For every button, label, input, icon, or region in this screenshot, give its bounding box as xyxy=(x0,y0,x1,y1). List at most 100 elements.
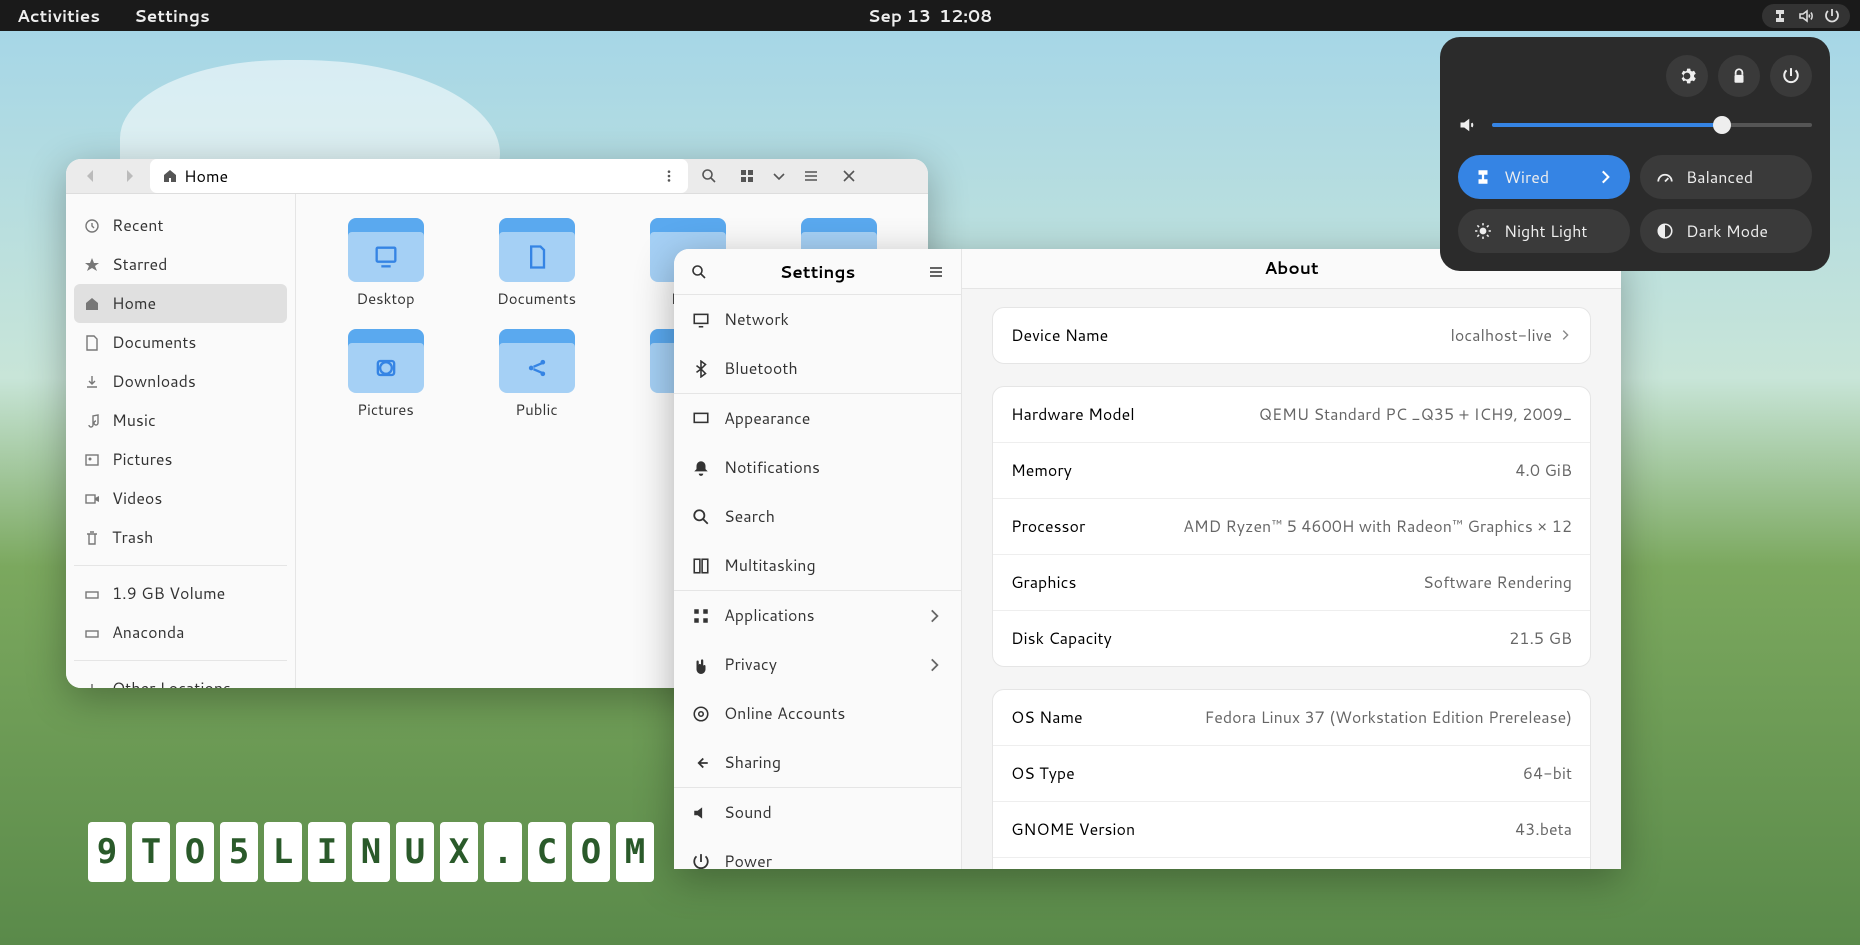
night-light-toggle[interactable]: Night Light xyxy=(1458,209,1630,253)
power-icon xyxy=(692,853,710,870)
about-row-os-name: OS NameFedora Linux 37 (Workstation Edit… xyxy=(993,690,1590,746)
clock-icon xyxy=(84,218,100,234)
settings-item-bluetooth[interactable]: Bluetooth xyxy=(674,344,961,393)
folder-label: Pictures xyxy=(357,399,414,420)
folder-label: Documents xyxy=(497,288,576,309)
folder-label: Desktop xyxy=(356,288,414,309)
about-label: Device Name xyxy=(1011,324,1108,347)
path-bar[interactable]: Home xyxy=(150,159,688,193)
app-menu[interactable]: Settings xyxy=(126,4,210,28)
hamburger-button[interactable] xyxy=(794,159,828,193)
music-icon xyxy=(84,413,100,429)
sidebar-item-other-locations[interactable]: Other Locations xyxy=(74,669,287,688)
about-row-os-type: OS Type64-bit xyxy=(993,746,1590,802)
dark-mode-toggle[interactable]: Dark Mode xyxy=(1640,209,1812,253)
forward-button[interactable] xyxy=(112,159,146,193)
settings-item-multitasking[interactable]: Multitasking xyxy=(674,541,961,590)
search-button[interactable] xyxy=(692,159,726,193)
sidebar-item-downloads[interactable]: Downloads xyxy=(74,362,287,401)
volume-icon xyxy=(1458,115,1478,135)
settings-item-label: Online Accounts xyxy=(724,702,845,725)
power-button[interactable] xyxy=(1770,55,1812,97)
settings-button[interactable] xyxy=(1666,55,1708,97)
sidebar-label: Pictures xyxy=(112,448,172,471)
wired-toggle[interactable]: Wired xyxy=(1458,155,1630,199)
home-icon xyxy=(162,168,178,184)
settings-item-notifications[interactable]: Notifications xyxy=(674,443,961,492)
watermark-char: L xyxy=(264,822,302,882)
search-button[interactable] xyxy=(682,255,716,289)
lock-icon xyxy=(1730,67,1748,85)
settings-item-search[interactable]: Search xyxy=(674,492,961,541)
watermark-char: . xyxy=(484,822,522,882)
sidebar-label: Trash xyxy=(112,526,153,549)
about-row-device-name[interactable]: Device Name localhost-live xyxy=(993,308,1590,363)
volume-icon xyxy=(1798,8,1814,24)
plus-icon xyxy=(84,681,100,689)
settings-item-online-accounts[interactable]: Online Accounts xyxy=(674,689,961,738)
app-menu-label: Settings xyxy=(134,4,210,28)
sidebar-item-volume[interactable]: 1.9 GB Volume xyxy=(74,574,287,613)
hamburger-button[interactable] xyxy=(919,255,953,289)
clock[interactable]: Sep 13 12:08 xyxy=(868,4,993,28)
settings-item-appearance[interactable]: Appearance xyxy=(674,394,961,443)
view-options-button[interactable] xyxy=(768,159,790,193)
sidebar-item-home[interactable]: Home xyxy=(74,284,287,323)
quick-settings-panel: Wired Balanced Night Light Dark Mode xyxy=(1440,37,1830,271)
sidebar-item-starred[interactable]: Starred xyxy=(74,245,287,284)
bluetooth-icon xyxy=(692,360,710,378)
settings-item-label: Network xyxy=(724,308,789,331)
power-mode-toggle[interactable]: Balanced xyxy=(1640,155,1812,199)
power-icon xyxy=(1782,67,1800,85)
watermark-char: O xyxy=(572,822,610,882)
sidebar-item-documents[interactable]: Documents xyxy=(74,323,287,362)
settings-item-sound[interactable]: Sound xyxy=(674,788,961,837)
activities-button[interactable]: Activities xyxy=(17,4,100,28)
about-value: Fedora Linux 37 (Workstation Edition Pre… xyxy=(1205,706,1572,729)
grid-view-button[interactable] xyxy=(730,159,764,193)
sidebar-item-music[interactable]: Music xyxy=(74,401,287,440)
folder-documents[interactable]: Documents xyxy=(471,218,602,309)
settings-item-sharing[interactable]: Sharing xyxy=(674,738,961,787)
folder-desktop[interactable]: Desktop xyxy=(320,218,451,309)
about-value: 4.0 GiB xyxy=(1515,459,1572,482)
settings-window: Settings Network Bluetooth Appearance No… xyxy=(674,249,1621,869)
search-icon xyxy=(692,508,710,526)
sidebar-item-trash[interactable]: Trash xyxy=(74,518,287,557)
settings-item-network[interactable]: Network xyxy=(674,295,961,344)
settings-item-power[interactable]: Power xyxy=(674,837,961,869)
pill-label: Night Light xyxy=(1504,220,1587,243)
sidebar-item-videos[interactable]: Videos xyxy=(74,479,287,518)
settings-item-label: Sound xyxy=(724,801,772,824)
path-more-icon[interactable] xyxy=(662,169,676,183)
lock-button[interactable] xyxy=(1718,55,1760,97)
settings-item-privacy[interactable]: Privacy xyxy=(674,640,961,689)
folder-pictures[interactable]: Pictures xyxy=(320,329,451,420)
sidebar-item-pictures[interactable]: Pictures xyxy=(74,440,287,479)
files-sidebar: Recent Starred Home Documents Downloads … xyxy=(66,194,296,688)
hand-icon xyxy=(692,656,710,674)
share-icon xyxy=(692,754,710,772)
sidebar-item-anaconda[interactable]: Anaconda xyxy=(74,613,287,652)
download-icon xyxy=(84,374,100,390)
hamburger-icon xyxy=(928,264,944,280)
time-label: 12:08 xyxy=(939,4,992,28)
status-menu[interactable] xyxy=(1762,4,1850,28)
back-button[interactable] xyxy=(74,159,108,193)
pill-label: Dark Mode xyxy=(1686,220,1768,243)
star-icon xyxy=(84,257,100,273)
watermark-char: C xyxy=(528,822,566,882)
about-row-disk: Disk Capacity21.5 GB xyxy=(993,611,1590,666)
close-button[interactable] xyxy=(832,159,866,193)
folder-public[interactable]: Public xyxy=(471,329,602,420)
close-icon xyxy=(841,168,857,184)
about-label: GNOME Version xyxy=(1011,818,1135,841)
drive-icon xyxy=(84,625,100,641)
settings-item-applications[interactable]: Applications xyxy=(674,591,961,640)
sidebar-item-recent[interactable]: Recent xyxy=(74,206,287,245)
watermark: 9 T O 5 L I N U X . C O M xyxy=(88,822,654,882)
volume-slider[interactable] xyxy=(1492,123,1812,127)
about-label: Disk Capacity xyxy=(1011,627,1112,650)
watermark-char: 9 xyxy=(88,822,126,882)
watermark-char: I xyxy=(308,822,346,882)
